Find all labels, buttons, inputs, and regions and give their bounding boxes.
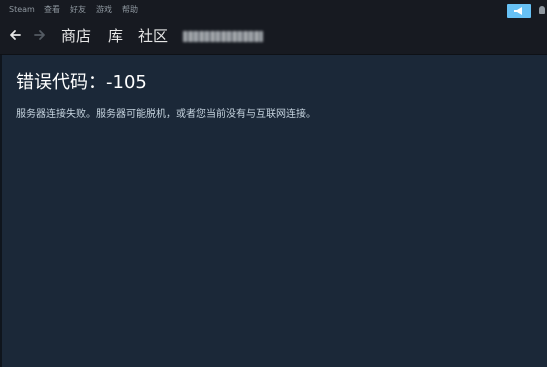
tab-community[interactable]: 社区 — [138, 27, 168, 45]
left-border — [0, 55, 2, 367]
account-icon[interactable] — [539, 6, 545, 14]
forward-arrow-icon[interactable] — [34, 29, 46, 41]
megaphone-icon — [514, 7, 522, 15]
tab-library[interactable]: 库 — [108, 27, 123, 45]
menu-view[interactable]: 查看 — [44, 5, 60, 15]
error-message: 服务器连接失败。服务器可能脱机，或者您当前没有与互联网连接。 — [16, 109, 316, 120]
error-code-title: 错误代码：-105 — [16, 72, 147, 93]
back-arrow-icon[interactable] — [9, 29, 21, 41]
menu-friends[interactable]: 好友 — [70, 5, 86, 15]
menu-games[interactable]: 游戏 — [96, 5, 112, 15]
username-redacted[interactable] — [183, 31, 263, 42]
menu-help[interactable]: 帮助 — [122, 5, 138, 15]
tab-store[interactable]: 商店 — [61, 27, 91, 45]
menu-bar: Steam 查看 好友 游戏 帮助 — [0, 0, 547, 20]
menu-steam[interactable]: Steam — [9, 5, 35, 15]
notification-button[interactable] — [507, 4, 531, 18]
